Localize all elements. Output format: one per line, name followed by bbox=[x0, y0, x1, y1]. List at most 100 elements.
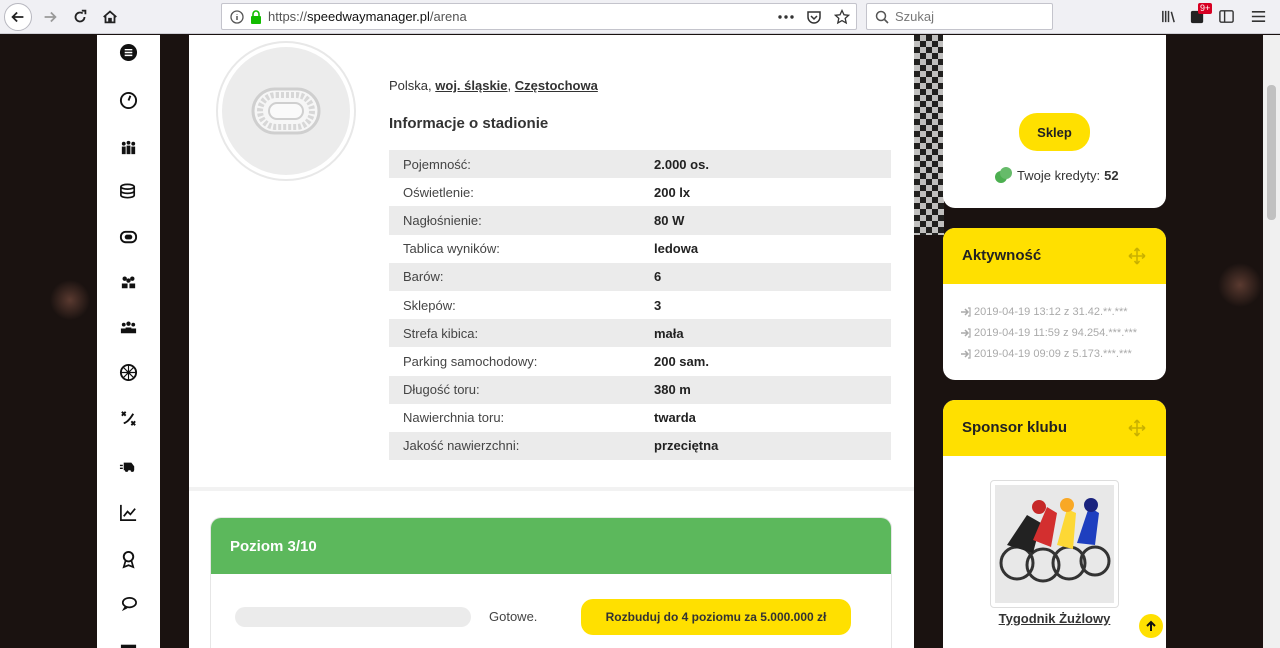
move-icon[interactable] bbox=[1128, 247, 1146, 265]
nav-item-finances[interactable] bbox=[117, 180, 139, 202]
nav-item-transport[interactable] bbox=[117, 453, 139, 475]
level-title: Poziom 3/10 bbox=[211, 518, 891, 574]
info-row: Jakość nawierzchni: przeciętna bbox=[389, 431, 891, 461]
upgrade-button[interactable]: Rozbuduj do 4 poziomu za 5.000.000 zł bbox=[581, 599, 851, 635]
bar-icon bbox=[120, 644, 136, 648]
activity-card: Aktywność 2019-04-19 13:12 z 31.42.**.**… bbox=[943, 228, 1166, 380]
scroll-thumb[interactable] bbox=[1267, 85, 1276, 220]
info-key: Parking samochodowy: bbox=[403, 353, 538, 369]
home-icon bbox=[103, 10, 117, 24]
sponsor-name[interactable]: Tygodnik Żużlowy bbox=[943, 611, 1166, 626]
nav-item-menu[interactable] bbox=[117, 41, 139, 63]
info-row: Długość toru: 380 m bbox=[389, 375, 891, 404]
region-link[interactable]: woj. śląskie bbox=[435, 78, 507, 93]
stadium-location: Polska, woj. śląskie, Częstochowa bbox=[389, 78, 598, 93]
section-divider bbox=[189, 487, 914, 491]
nav-item-dashboard[interactable] bbox=[117, 89, 139, 111]
activity-list: 2019-04-19 13:12 z 31.42.**.*** 2019-04-1… bbox=[943, 284, 1166, 364]
info-value: 380 m bbox=[654, 375, 891, 404]
browser-toolbar: https://speedwaymanager.pl/arena Szukaj … bbox=[0, 0, 1280, 34]
move-icon[interactable] bbox=[1128, 419, 1146, 437]
checkered-flag-decoration bbox=[914, 35, 944, 235]
info-key: Sklepów: bbox=[403, 297, 456, 313]
info-key: Barów: bbox=[389, 262, 654, 291]
search-bar[interactable]: Szukaj bbox=[866, 3, 1053, 30]
nav-item-riders[interactable] bbox=[117, 271, 139, 293]
arrow-left-icon bbox=[11, 11, 24, 23]
info-key: Tablica wyników: bbox=[403, 241, 500, 257]
city-link[interactable]: Częstochowa bbox=[515, 78, 598, 93]
sponsor-header: Sponsor klubu bbox=[943, 400, 1166, 456]
menu-button[interactable] bbox=[1248, 6, 1268, 26]
nav-item-equipment[interactable] bbox=[117, 361, 139, 383]
info-row: Nawierchnia toru: twarda bbox=[389, 404, 891, 432]
info-key: Strefa kibica: bbox=[389, 319, 654, 348]
team-icon bbox=[121, 140, 135, 154]
group-icon bbox=[120, 321, 136, 333]
level-status: Gotowe. bbox=[489, 609, 538, 624]
search-icon bbox=[875, 10, 889, 24]
nav-item-arena[interactable] bbox=[117, 226, 139, 248]
info-row: Oświetlenie: 200 lx bbox=[389, 178, 891, 206]
activity-entry-text: 2019-04-19 09:09 z 5.173.***.*** bbox=[974, 347, 1132, 360]
arrow-right-icon bbox=[44, 11, 57, 23]
shop-button[interactable]: Sklep bbox=[1019, 113, 1090, 151]
info-key: Długość toru: bbox=[389, 375, 654, 404]
notification-badge: 9+ bbox=[1198, 3, 1213, 14]
medal-icon bbox=[121, 550, 135, 569]
hamburger-icon bbox=[1251, 10, 1265, 22]
info-value: 3 bbox=[654, 297, 662, 313]
nav-item-juniors[interactable] bbox=[117, 316, 139, 338]
reload-button[interactable] bbox=[66, 4, 94, 30]
info-value: 6 bbox=[654, 262, 891, 291]
nav-item-more[interactable] bbox=[117, 637, 139, 648]
sidebar-toggle-button[interactable] bbox=[1216, 6, 1236, 26]
people-icon bbox=[121, 276, 135, 288]
url-bar[interactable]: https://speedwaymanager.pl/arena bbox=[221, 3, 857, 30]
star-icon[interactable] bbox=[834, 8, 850, 25]
menu-circle-icon bbox=[119, 43, 137, 61]
speedway-riders-image bbox=[995, 485, 1114, 603]
library-button[interactable] bbox=[1158, 6, 1178, 26]
back-button[interactable] bbox=[4, 3, 32, 31]
chat-icon bbox=[121, 596, 137, 611]
arrow-up-icon bbox=[1146, 620, 1156, 631]
info-value: 80 W bbox=[654, 206, 891, 235]
nav-item-achievements[interactable] bbox=[117, 548, 139, 570]
info-value: mała bbox=[654, 319, 891, 348]
info-value: ledowa bbox=[654, 241, 699, 257]
scroll-top-button[interactable] bbox=[1139, 614, 1163, 638]
reload-icon bbox=[74, 9, 87, 23]
speedometer-icon bbox=[119, 91, 137, 109]
notifications-button[interactable]: 9+ bbox=[1187, 3, 1213, 26]
sponsor-logo[interactable] bbox=[990, 480, 1119, 608]
page-scrollbar[interactable] bbox=[1263, 35, 1280, 648]
chart-line-icon bbox=[119, 504, 136, 521]
activity-entry: 2019-04-19 09:09 z 5.173.***.*** bbox=[960, 343, 1166, 364]
left-nav bbox=[97, 35, 160, 648]
pocket-icon[interactable] bbox=[806, 9, 822, 25]
info-icon bbox=[230, 9, 244, 24]
nav-item-statistics[interactable] bbox=[117, 501, 139, 523]
coins-icon bbox=[119, 183, 135, 199]
nav-item-messages[interactable] bbox=[117, 593, 139, 615]
home-button[interactable] bbox=[96, 4, 124, 30]
credits-coins-icon bbox=[995, 167, 1012, 183]
credits-info: Twoje kredyty: 52 bbox=[993, 166, 1119, 184]
more-icon[interactable] bbox=[778, 14, 794, 19]
search-placeholder: Szukaj bbox=[895, 9, 935, 24]
level-progress-bar bbox=[235, 607, 471, 627]
info-row: Pojemność: 2.000 os. bbox=[389, 150, 891, 179]
nav-item-team[interactable] bbox=[117, 136, 139, 158]
activity-entry-text: 2019-04-19 11:59 z 94.254.***.*** bbox=[974, 326, 1138, 339]
wheel-icon bbox=[119, 363, 137, 381]
info-key: Nagłośnienie: bbox=[389, 206, 654, 235]
activity-entry-text: 2019-04-19 13:12 z 31.42.**.*** bbox=[974, 305, 1128, 318]
truck-icon bbox=[119, 462, 134, 472]
info-key: Jakość nawierzchni: bbox=[389, 431, 654, 461]
nav-item-tactics[interactable] bbox=[117, 407, 139, 429]
forward-button[interactable] bbox=[36, 4, 64, 30]
info-row: Barów: 6 bbox=[389, 262, 891, 291]
stadium-icon bbox=[119, 230, 137, 243]
url-text: https://speedwaymanager.pl/arena bbox=[268, 9, 467, 24]
